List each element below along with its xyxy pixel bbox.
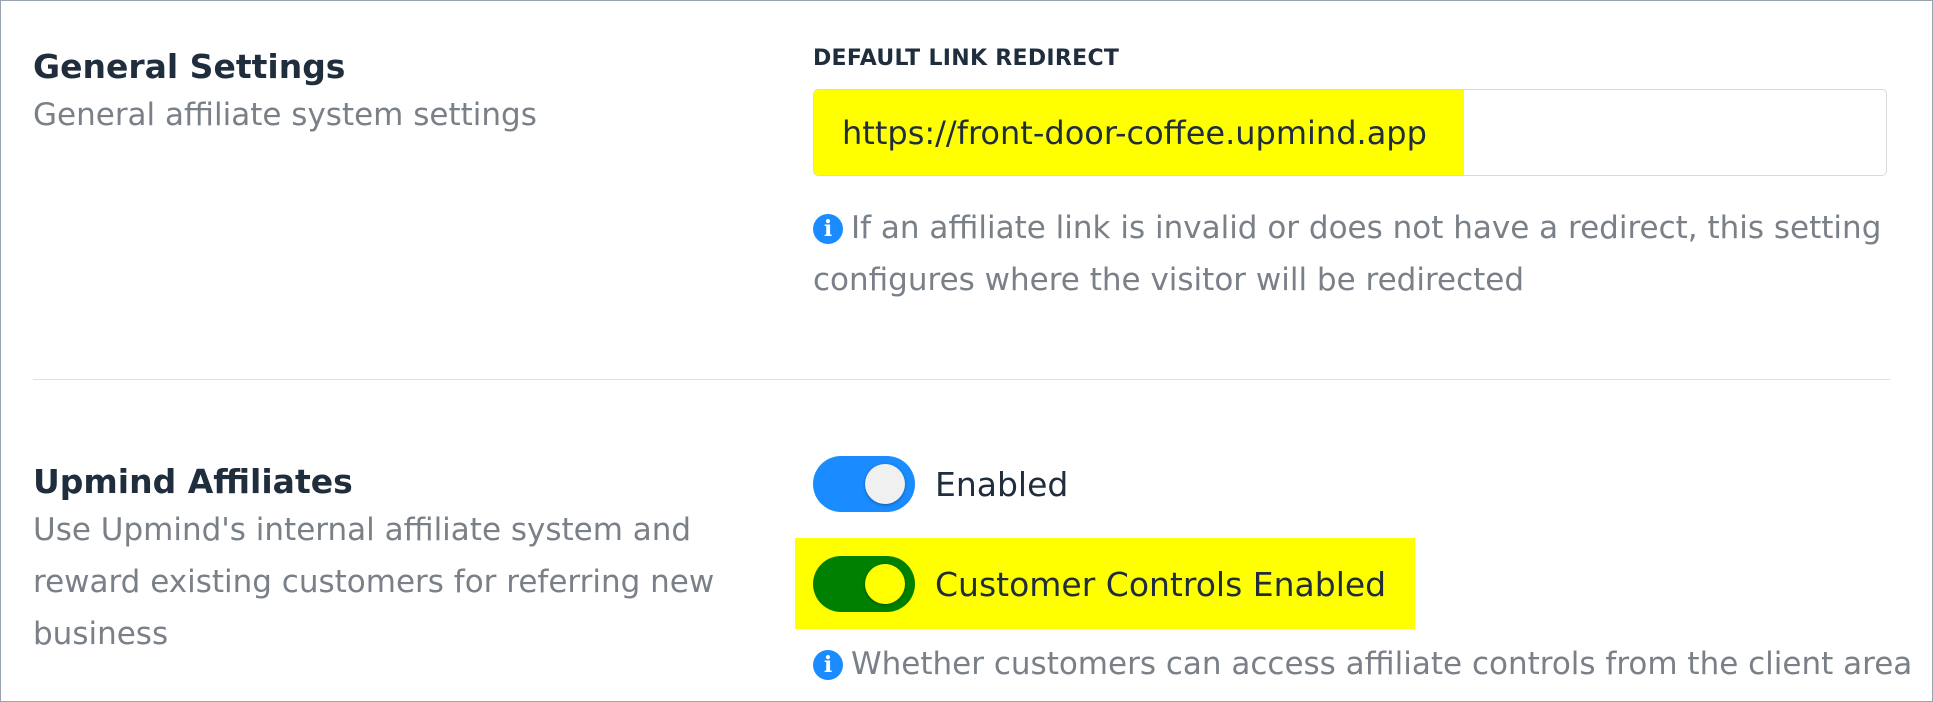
toggle-knob [865,564,905,604]
default-link-redirect-field: DEFAULT LINK REDIRECT https://front-door… [813,44,1890,298]
customer-controls-toggle[interactable] [813,556,915,612]
upmind-affiliates-header: Upmind Affiliates Use Upmind's internal … [33,462,753,660]
section-title: General Settings [33,47,346,86]
help-text: If an affiliate link is invalid or does … [813,210,1882,298]
settings-panel: General Settings General affiliate syste… [0,0,1933,702]
info-icon: i [813,214,843,244]
general-settings-header: General Settings General affiliate syste… [33,47,773,141]
toggle-knob [865,464,905,504]
customer-controls-toggle-row: Customer Controls Enabled [813,554,1386,614]
section-divider [33,379,1890,380]
section-description: Use Upmind's internal affiliate system a… [33,512,715,652]
redirect-help-text: i If an affiliate link is invalid or does… [813,202,1890,306]
enabled-toggle-label: Enabled [935,464,1069,504]
enabled-toggle-row: Enabled [813,454,1068,514]
help-text: Whether customers can access affiliate c… [851,646,1913,682]
info-icon: i [813,650,843,680]
section-title: Upmind Affiliates [33,462,353,501]
section-description: General affiliate system settings [33,97,537,133]
enabled-toggle[interactable] [813,456,915,512]
customer-controls-help-text: i Whether customers can access affiliate … [813,638,1913,690]
field-label: DEFAULT LINK REDIRECT [813,46,1120,71]
redirect-url-input[interactable]: https://front-door-coffee.upmind.app [813,89,1887,176]
redirect-url-value[interactable]: https://front-door-coffee.upmind.app [842,90,1427,175]
customer-controls-toggle-label: Customer Controls Enabled [935,564,1387,604]
